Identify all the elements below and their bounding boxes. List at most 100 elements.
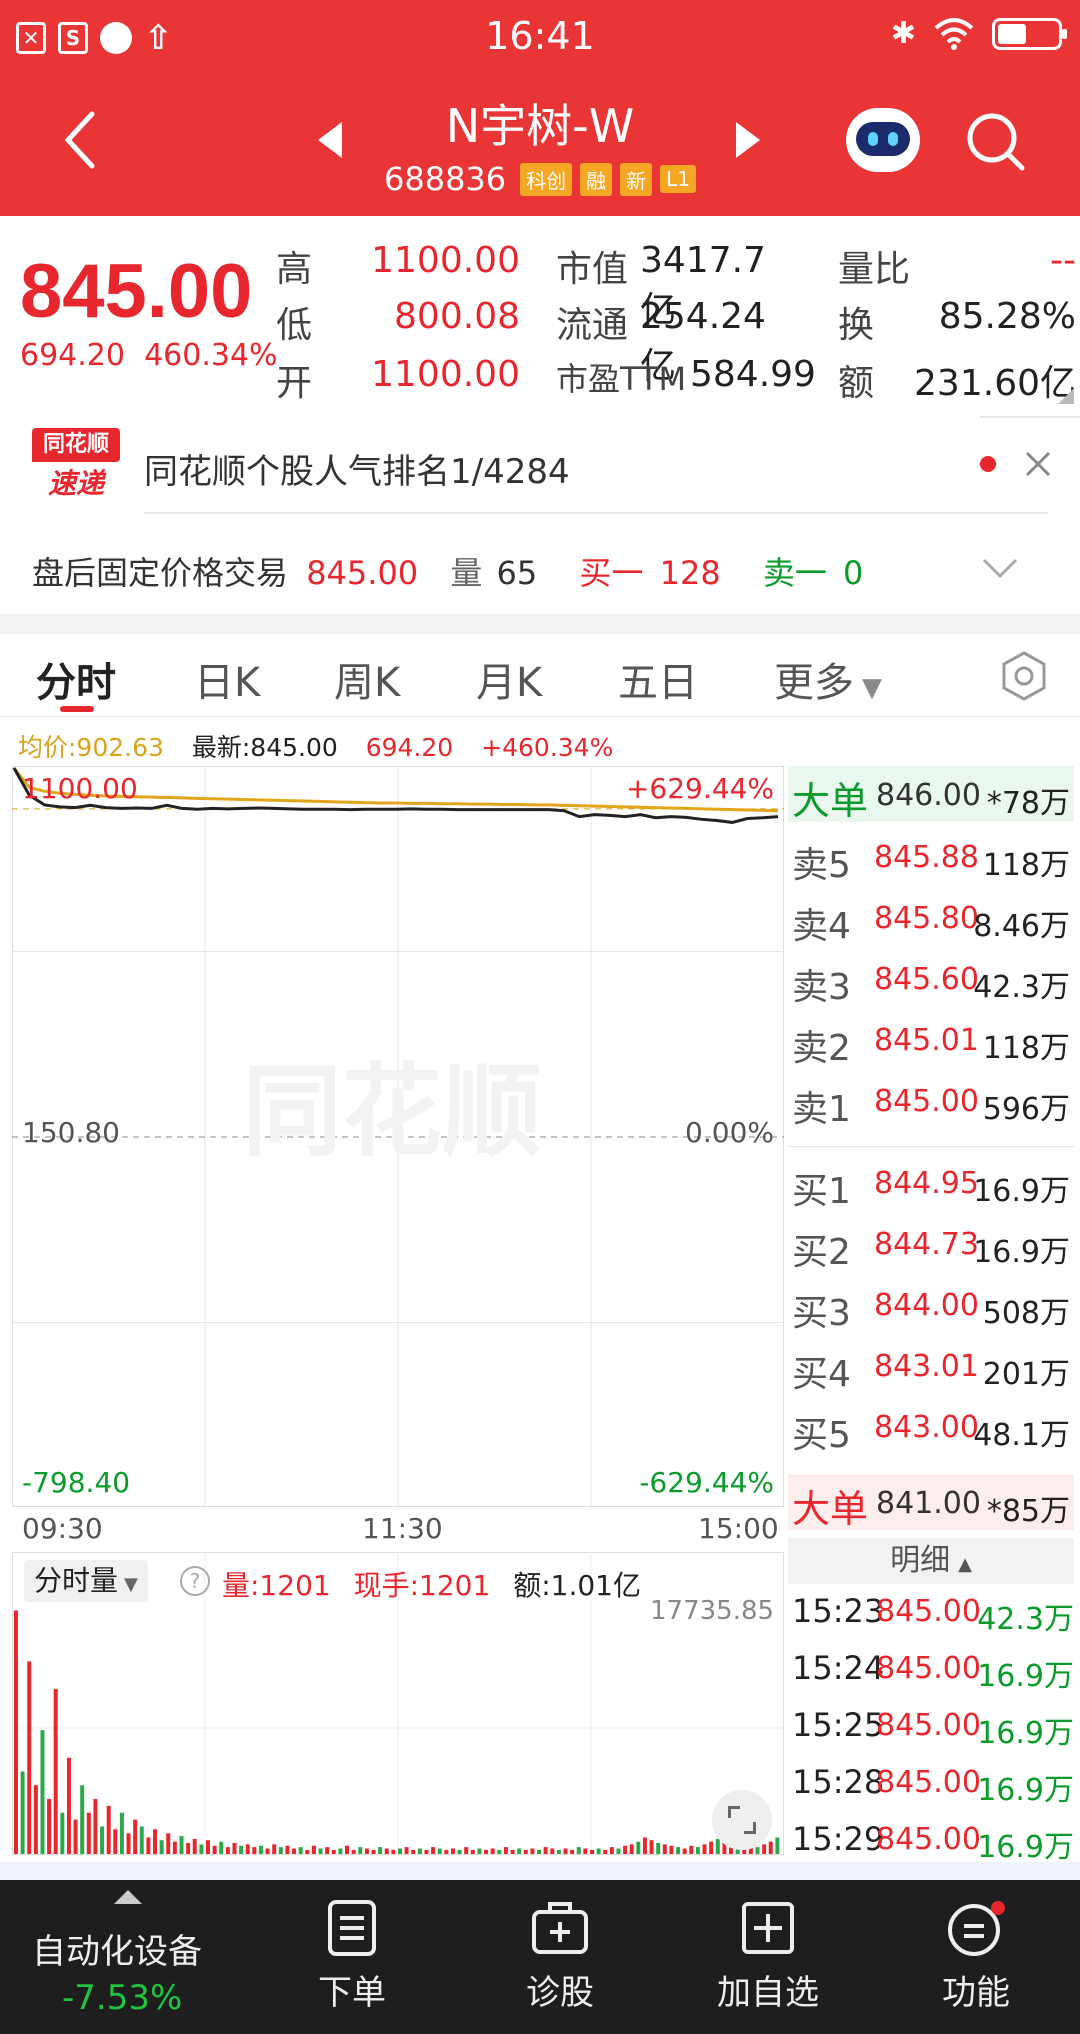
robot-assistant-icon[interactable] — [846, 108, 920, 172]
big-sell-row[interactable]: 大单 846.00 *78万 — [788, 766, 1074, 823]
volume-bar — [570, 1849, 575, 1854]
volume-max-label: 17735.85 — [650, 1596, 775, 1626]
tab-day-k[interactable]: 日K — [194, 650, 260, 708]
volume-bar — [311, 1845, 316, 1854]
volume-bar — [398, 1848, 402, 1854]
ask-label: 卖4 — [792, 906, 851, 947]
ask-volume: 596万 — [982, 1092, 1070, 1127]
volume-bar — [225, 1847, 230, 1854]
detail-volume: 16.9万 — [977, 1773, 1074, 1808]
volume-info: 量:1201 现手:1201 额:1.01亿 — [222, 1569, 641, 1602]
unread-dot-icon — [980, 456, 996, 472]
diagnose-stock-button[interactable]: 诊股 — [506, 1900, 614, 2014]
ask-row[interactable]: 卖1 845.00 596万 — [788, 1072, 1074, 1130]
next-stock-icon[interactable] — [736, 122, 760, 158]
volume-bar — [285, 1845, 290, 1854]
volume-bar — [27, 1661, 32, 1854]
volume-bar — [510, 1849, 515, 1854]
volume-bar — [649, 1840, 654, 1854]
detail-price: 845.00 — [876, 1765, 981, 1800]
big-buy-row[interactable]: 大单 841.00 *85万 — [788, 1474, 1074, 1531]
detail-row: 15:25 845.00 16.9万 — [788, 1698, 1078, 1754]
volume-bar — [576, 1847, 581, 1854]
volume-bar — [636, 1841, 641, 1854]
volume-bar — [186, 1842, 191, 1854]
fullscreen-icon[interactable] — [712, 1790, 772, 1850]
tab-week-k[interactable]: 周K — [334, 650, 400, 708]
add-watchlist-button[interactable]: 加自选 — [708, 1900, 828, 2014]
search-icon[interactable] — [964, 110, 1028, 174]
bid-row[interactable]: 买2 844.73 16.9万 — [788, 1215, 1074, 1273]
price-change: 694.20 460.34% — [20, 338, 278, 373]
ask-volume: 8.46万 — [973, 909, 1070, 944]
volume-bar — [715, 1838, 720, 1854]
volume-mode-dropdown[interactable]: 分时量 ▼ — [24, 1560, 148, 1602]
detail-volume: 16.9万 — [977, 1830, 1074, 1865]
detail-row: 15:23 845.00 42.3万 — [788, 1584, 1078, 1640]
volume-bar — [106, 1805, 111, 1854]
bid-volume: 48.1万 — [973, 1418, 1070, 1453]
settings-hexagon-icon[interactable] — [998, 650, 1050, 702]
high-value: 1100.00 — [371, 240, 520, 281]
volume-bar — [431, 1847, 436, 1854]
volume-bar — [709, 1841, 714, 1854]
close-icon[interactable] — [1024, 450, 1052, 478]
sector-name[interactable]: 自动化设备 — [32, 1924, 202, 1973]
tag-kechuang: 科创 — [520, 162, 573, 196]
tab-five-day[interactable]: 五日 — [618, 650, 698, 708]
detail-price: 845.00 — [876, 1651, 981, 1686]
bid-row[interactable]: 买1 844.95 16.9万 — [788, 1154, 1074, 1212]
volume-bar — [755, 1847, 760, 1854]
after-hours-row[interactable]: 盘后固定价格交易 845.00 量 65 买一 128 卖一 0 — [32, 548, 863, 594]
tab-more[interactable]: 更多 ▼ — [774, 650, 882, 708]
volume-bar — [391, 1849, 396, 1854]
bid-row[interactable]: 买3 844.00 508万 — [788, 1276, 1074, 1334]
ask-row[interactable]: 卖3 845.60 42.3万 — [788, 950, 1074, 1008]
detail-header[interactable]: 明细 ▲ — [788, 1538, 1074, 1584]
functions-menu-icon — [948, 1901, 1005, 1956]
bid-row[interactable]: 买4 843.01 201万 — [788, 1337, 1074, 1395]
vol-ratio-label: 量比 — [838, 249, 911, 290]
bid-volume: 201万 — [982, 1357, 1070, 1392]
volume-bar — [464, 1847, 469, 1854]
volume-bar — [100, 1826, 105, 1854]
volume-bar — [159, 1840, 164, 1854]
pe-value: 584.99 — [690, 354, 816, 395]
expand-corner-icon[interactable] — [1058, 388, 1074, 404]
ask-volume: 42.3万 — [973, 970, 1070, 1005]
bid-row[interactable]: 买5 843.00 48.1万 — [788, 1398, 1074, 1456]
volume-bar — [47, 1798, 52, 1854]
bid-volume: 16.9万 — [973, 1174, 1070, 1209]
ask-row[interactable]: 卖4 845.80 8.46万 — [788, 889, 1074, 947]
volume-bar — [470, 1849, 475, 1854]
volume-bar — [272, 1844, 277, 1854]
volume-bar — [404, 1847, 409, 1854]
divider — [980, 416, 1080, 418]
ask-label: 卖1 — [792, 1089, 851, 1130]
stock-code: 688836 — [383, 160, 507, 198]
ask-row[interactable]: 卖2 845.01 118万 — [788, 1011, 1074, 1069]
volume-bar — [642, 1837, 647, 1854]
pct-top-label: +629.44% — [625, 772, 774, 805]
chevron-down-icon[interactable] — [982, 556, 1018, 580]
tab-minute[interactable]: 分时 — [36, 650, 116, 708]
ask-price: 845.00 — [874, 1084, 979, 1119]
help-icon[interactable]: ? — [180, 1566, 210, 1596]
tab-month-k[interactable]: 月K — [476, 650, 542, 708]
volume-bar — [450, 1848, 455, 1854]
turnover-label: 换 — [838, 305, 875, 346]
bid-price: 844.00 — [874, 1288, 979, 1323]
volume-bar — [232, 1842, 237, 1854]
ask-label: 卖2 — [792, 1028, 851, 1069]
volume-bar — [338, 1848, 343, 1854]
functions-button[interactable]: 功能 — [926, 1900, 1026, 2014]
volume-bar — [153, 1829, 158, 1854]
volume-bar — [219, 1841, 224, 1854]
popularity-notice[interactable]: 同花顺个股人气排名1/4284 — [144, 444, 570, 493]
volume-bar — [411, 1849, 416, 1854]
ask-row[interactable]: 卖5 845.88 118万 — [788, 828, 1074, 886]
volume-bar — [517, 1848, 522, 1854]
place-order-button[interactable]: 下单 — [300, 1900, 404, 2014]
volume-bar — [378, 1847, 383, 1854]
volume-bar — [206, 1840, 210, 1854]
